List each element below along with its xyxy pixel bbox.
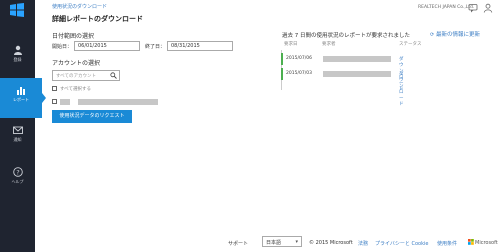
page-title: 詳細レポートのダウンロード (52, 15, 143, 23)
date-range-label: 日付範囲の選択 (52, 33, 95, 40)
column-header-requester: 要求者 (322, 42, 336, 47)
end-date-input[interactable]: 08/31/2015 (167, 41, 233, 51)
account-checkbox[interactable] (52, 99, 57, 104)
help-icon: ? (12, 167, 23, 177)
company-name: REALTECH JAPAN Co.,Ltd. (418, 5, 475, 10)
start-date-input[interactable]: 06/01/2015 (74, 41, 140, 51)
redacted-account-name (78, 99, 158, 105)
sidebar-item-report[interactable]: レポート (0, 78, 46, 118)
sidebar-item-label: 登録 (13, 57, 22, 62)
redacted-account-prefix (60, 99, 70, 105)
microsoft-logo-icon (468, 239, 474, 245)
search-placeholder: すべてのアカウント (56, 74, 97, 79)
status-bar (281, 68, 283, 80)
sidebar: 登録 レポート 通知 ? ヘルプ (0, 0, 46, 252)
microsoft-brand: Microsoft (475, 240, 498, 246)
language-select[interactable]: 日本語 ▾ (262, 236, 302, 247)
windows-logo-icon[interactable] (10, 3, 24, 17)
refresh-link-label: 最新の情報に更新 (435, 32, 480, 38)
account-search-input[interactable]: すべてのアカウント (52, 70, 120, 81)
footer-link-legal[interactable]: 法務 (358, 240, 368, 247)
sidebar-item-label: ヘルプ (11, 179, 24, 184)
download-link[interactable]: ダウンロード (399, 71, 404, 107)
mail-icon (12, 126, 23, 134)
select-all-checkbox[interactable] (52, 86, 57, 91)
search-icon[interactable] (110, 72, 117, 79)
redacted-requester (323, 71, 391, 77)
sidebar-item-notify[interactable]: 通知 (0, 118, 35, 158)
column-header-date: 要求日 (284, 42, 298, 47)
footer-link-privacy[interactable]: プライバシーと Cookie (375, 240, 428, 247)
sidebar-item-register[interactable]: 登録 (0, 38, 35, 78)
refresh-link[interactable]: ⟳ 最新の情報に更新 (430, 30, 480, 38)
sidebar-item-label: レポート (13, 97, 29, 102)
refresh-icon: ⟳ (430, 32, 435, 38)
copyright: © 2015 Microsoft (309, 240, 353, 246)
start-date-label: 開始日： (52, 44, 73, 50)
chevron-down-icon: ▾ (295, 239, 298, 245)
request-usage-data-button[interactable]: 使用状況データのリクエスト (52, 110, 132, 123)
column-header-status: ステータス (399, 42, 422, 47)
user-account-icon[interactable] (483, 3, 493, 13)
sidebar-item-help[interactable]: ? ヘルプ (0, 160, 35, 200)
end-date-label: 終了日： (145, 44, 166, 50)
select-all-label: すべて選択する (60, 87, 92, 92)
footer-link-terms[interactable]: 使用条件 (437, 240, 457, 247)
breadcrumb[interactable]: 使用状況のダウンロード (52, 3, 107, 10)
sidebar-item-label: 通知 (13, 137, 22, 142)
language-value: 日本語 (266, 240, 282, 246)
report-date: 2015/07/06 (286, 56, 312, 61)
svg-text:?: ? (16, 168, 19, 176)
user-icon (13, 45, 22, 55)
footer-support-label: サポート (228, 241, 249, 247)
status-bar (281, 53, 283, 65)
chat-icon[interactable] (468, 3, 478, 13)
report-date: 2015/07/03 (286, 71, 312, 76)
report-icon (17, 87, 25, 95)
redacted-requester (323, 56, 391, 62)
account-select-label: アカウントの選択 (52, 60, 101, 67)
reports-title: 過去 7 日間の使用状況のレポートが要求されました (282, 33, 410, 39)
